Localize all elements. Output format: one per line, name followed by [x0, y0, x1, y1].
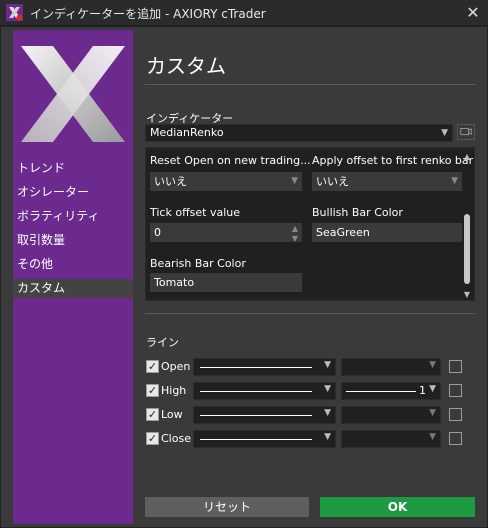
high-width-select[interactable]: 1 ▼	[341, 382, 441, 400]
parameters-scrollbar[interactable]: ▲ ▼	[462, 152, 472, 299]
reset-open-value: いいえ	[154, 175, 187, 188]
chevron-down-icon: ▼	[324, 384, 331, 394]
chevron-down-icon: ▼	[324, 360, 331, 370]
sidebar-item-other[interactable]: その他	[13, 255, 133, 274]
line-row-close: ✓ Close ▼ ▼	[145, 430, 475, 448]
scroll-down-icon[interactable]: ▼	[462, 290, 472, 299]
chevron-down-icon: ▼	[429, 432, 436, 442]
low-color-swatch[interactable]	[449, 408, 462, 421]
open-color-swatch[interactable]	[449, 360, 462, 373]
sidebar-item-volume[interactable]: 取引数量	[13, 231, 133, 250]
parameters-panel: Reset Open on new trading... いいえ ▼ Apply…	[145, 147, 475, 301]
sidebar-item-trend[interactable]: トレンド	[13, 159, 133, 178]
chevron-down-icon: ▼	[451, 176, 458, 186]
close-icon[interactable]: ✕	[458, 0, 488, 26]
reset-button[interactable]: リセット	[145, 497, 309, 517]
line-style-preview	[200, 415, 312, 416]
bearish-color-label: Bearish Bar Color	[150, 257, 246, 270]
scrollbar-thumb[interactable]	[464, 214, 470, 284]
line-style-preview	[200, 367, 312, 368]
lines-section-label: ライン	[146, 336, 179, 349]
chevron-down-icon: ▼	[324, 408, 331, 418]
sidebar-item-custom[interactable]: カスタム	[13, 279, 133, 298]
scroll-up-icon[interactable]: ▲	[462, 152, 472, 161]
open-label: Open	[161, 360, 191, 373]
section-divider	[145, 313, 475, 314]
bullish-color-label: Bullish Bar Color	[312, 206, 403, 219]
title-bar: インディケーターを追加 - AXIORY cTrader ✕	[0, 0, 488, 26]
low-label: Low	[161, 408, 183, 421]
chevron-down-icon: ▼	[429, 408, 436, 418]
high-checkbox[interactable]: ✓	[146, 384, 159, 397]
window-title: インディケーターを追加 - AXIORY cTrader	[30, 7, 266, 21]
chevron-down-icon: ▼	[441, 128, 448, 138]
line-style-preview	[200, 391, 312, 392]
low-checkbox[interactable]: ✓	[146, 408, 159, 421]
high-width-value: 1	[419, 384, 426, 397]
open-width-select[interactable]: ▼	[341, 358, 441, 376]
line-row-open: ✓ Open ▼ ▼	[145, 358, 475, 376]
ok-button[interactable]: OK	[320, 497, 475, 517]
close-style-select[interactable]: ▼	[193, 430, 336, 448]
app-icon	[6, 4, 23, 21]
camera-icon[interactable]	[457, 124, 475, 140]
apply-offset-value: いいえ	[316, 175, 349, 188]
tick-offset-value: 0	[154, 226, 161, 239]
close-width-select[interactable]: ▼	[341, 430, 441, 448]
indicator-select[interactable]: MedianRenko ▼	[145, 124, 453, 142]
chevron-down-icon: ▼	[291, 176, 298, 186]
line-style-preview	[200, 439, 312, 440]
bearish-color-value: Tomato	[154, 276, 195, 289]
low-width-select[interactable]: ▼	[341, 406, 441, 424]
high-color-swatch[interactable]	[449, 384, 462, 397]
tick-offset-stepper[interactable]: 0 ▲ ▼	[150, 223, 302, 242]
reset-open-select[interactable]: いいえ ▼	[150, 172, 302, 191]
sidebar: トレンド オシレーター ボラティリティ 取引数量 その他 カスタム	[13, 30, 133, 524]
bearish-color-input[interactable]: Tomato	[150, 273, 302, 292]
open-checkbox[interactable]: ✓	[146, 360, 159, 373]
line-width-preview	[346, 391, 416, 392]
close-checkbox[interactable]: ✓	[146, 432, 159, 445]
chevron-down-icon: ▼	[324, 432, 331, 442]
high-style-select[interactable]: ▼	[193, 382, 336, 400]
indicator-value: MedianRenko	[150, 126, 224, 139]
axiory-logo	[21, 46, 125, 142]
sidebar-item-oscillator[interactable]: オシレーター	[13, 183, 133, 202]
sidebar-item-volatility[interactable]: ボラティリティ	[13, 207, 133, 226]
open-style-select[interactable]: ▼	[193, 358, 336, 376]
stepper-down-icon[interactable]: ▼	[292, 229, 298, 242]
apply-offset-label: Apply offset to first renko bar	[312, 154, 474, 167]
title-divider	[145, 84, 475, 85]
chevron-down-icon: ▼	[429, 384, 436, 394]
chevron-down-icon: ▼	[429, 360, 436, 370]
low-style-select[interactable]: ▼	[193, 406, 336, 424]
line-row-low: ✓ Low ▼ ▼	[145, 406, 475, 424]
apply-offset-select[interactable]: いいえ ▼	[312, 172, 462, 191]
bullish-color-input[interactable]: SeaGreen	[312, 223, 462, 242]
close-label: Close	[161, 432, 191, 445]
page-title: カスタム	[146, 54, 226, 78]
bullish-color-value: SeaGreen	[316, 226, 370, 239]
high-label: High	[161, 384, 187, 397]
close-color-swatch[interactable]	[449, 432, 462, 445]
line-row-high: ✓ High ▼ 1 ▼	[145, 382, 475, 400]
reset-open-label: Reset Open on new trading...	[150, 154, 311, 167]
tick-offset-label: Tick offset value	[150, 206, 241, 219]
